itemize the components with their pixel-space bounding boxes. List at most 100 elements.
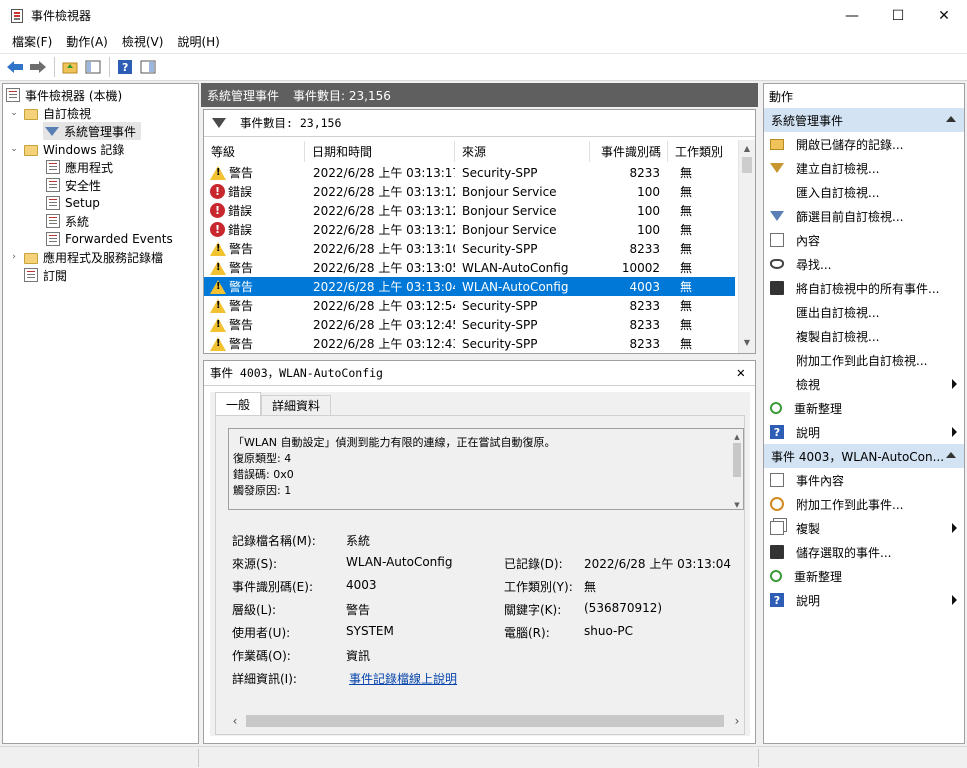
actions-list-event: 事件內容 附加工作到此事件... 複製 儲存選取的事件... 重新整理? 說明	[764, 468, 964, 612]
tree-item-security[interactable]: 安全性	[46, 176, 101, 194]
actions-section-event[interactable]: 事件 4003，WLAN-AutoCon...	[764, 444, 964, 468]
collapse-chevron-icon[interactable]: ⌄	[8, 108, 20, 118]
action-item[interactable]: 事件內容	[764, 468, 964, 492]
cell-level: 警告	[204, 316, 305, 333]
close-button[interactable]: ✕	[921, 0, 967, 31]
tab-general[interactable]: 一般	[215, 392, 262, 416]
close-detail-icon[interactable]: ✕	[737, 365, 745, 381]
table-row[interactable]: 警告 2022/6/28 上午 03:13:04 WLAN-AutoConfig 40…	[204, 277, 735, 296]
tree-item-apps-services-logs[interactable]: › 應用程式及服務記錄檔	[8, 248, 163, 266]
tree-item-custom-views[interactable]: ⌄ 自訂檢視	[8, 104, 91, 122]
table-row[interactable]: 警告 2022/6/28 上午 03:12:43 Security-SPP 8233 無	[204, 334, 735, 353]
tree-item-application[interactable]: 應用程式	[46, 158, 113, 176]
menu-file[interactable]: 檔案(F)	[5, 33, 59, 50]
more-info-link[interactable]: 事件記錄檔線上說明	[349, 670, 457, 687]
center-pane-header: 系統管理事件 事件數目: 23,156	[201, 83, 758, 107]
warning-icon	[210, 317, 226, 332]
scroll-up-icon[interactable]: ▲	[739, 140, 755, 157]
action-item[interactable]: 將自訂檢視中的所有事件...	[764, 276, 964, 300]
forward-arrow-icon	[30, 61, 46, 73]
tree-item-subscriptions[interactable]: 訂閱	[24, 266, 67, 284]
action-item[interactable]: 匯出自訂檢視...	[764, 300, 964, 324]
column-header-level[interactable]: 等級	[204, 141, 305, 162]
action-item[interactable]: ? 說明	[764, 420, 964, 444]
menu-view[interactable]: 檢視(V)	[115, 33, 171, 50]
menu-action[interactable]: 動作(A)	[59, 33, 115, 50]
action-item[interactable]: 複製	[764, 516, 964, 540]
show-hide-action-pane-button[interactable]	[137, 56, 159, 78]
scroll-left-icon[interactable]: ‹	[228, 714, 242, 728]
value-level: 警告	[346, 603, 371, 617]
actions-section-admin-events[interactable]: 系統管理事件	[764, 108, 964, 132]
table-row[interactable]: 警告 2022/6/28 上午 03:13:10 Security-SPP 8233 無	[204, 239, 735, 258]
scroll-right-icon[interactable]: ›	[730, 714, 744, 728]
action-item[interactable]: 篩選目前自訂檢視...	[764, 204, 964, 228]
action-label: 重新整理	[794, 401, 843, 416]
action-item[interactable]: 開啟已儲存的記錄...	[764, 132, 964, 156]
column-header-task[interactable]: 工作類別	[668, 141, 735, 162]
tree-label: 應用程式	[65, 160, 114, 175]
column-header-date[interactable]: 日期和時間	[305, 141, 455, 162]
table-row[interactable]: ! 錯誤 2022/6/28 上午 03:13:12 Bonjour Service 1…	[204, 201, 735, 220]
collapse-triangle-icon[interactable]	[946, 116, 956, 122]
action-item[interactable]: 建立自訂檢視...	[764, 156, 964, 180]
action-item[interactable]: ? 說明	[764, 588, 964, 612]
action-item[interactable]: 儲存選取的事件...	[764, 540, 964, 564]
collapse-chevron-icon[interactable]: ⌄	[8, 144, 20, 154]
tree-item-setup[interactable]: Setup	[46, 194, 100, 212]
action-item[interactable]: 尋找...	[764, 252, 964, 276]
console-tree: 事件檢視器 (本機) ⌄ 自訂檢視 系統管理事件 ⌄ Windows 記錄 應用…	[2, 83, 199, 744]
table-row[interactable]: 警告 2022/6/28 上午 03:12:45 Security-SPP 8233 無	[204, 315, 735, 334]
tree-label: Forwarded Events	[65, 232, 173, 246]
tree-item-windows-logs[interactable]: ⌄ Windows 記錄	[8, 140, 124, 158]
table-row[interactable]: 警告 2022/6/28 上午 03:12:54 Security-SPP 8233 無	[204, 296, 735, 315]
table-row[interactable]: ! 錯誤 2022/6/28 上午 03:13:12 Bonjour Service 1…	[204, 220, 735, 239]
description-line: 觸發原因: 1	[233, 484, 292, 497]
table-row[interactable]: 警告 2022/6/28 上午 03:13:17 Security-SPP 8233 無	[204, 163, 735, 182]
tree-item-forwarded-events[interactable]: Forwarded Events	[46, 230, 173, 248]
action-item[interactable]: 內容	[764, 228, 964, 252]
cell-source: Bonjour Service	[462, 222, 557, 237]
scroll-up-icon[interactable]: ▲	[731, 429, 743, 441]
tree-item-system[interactable]: 系統	[46, 212, 89, 230]
show-hide-tree-button[interactable]	[82, 56, 104, 78]
description-scrollbar[interactable]: ▲ ▼	[731, 429, 743, 509]
tree-item-admin-events[interactable]: 系統管理事件	[43, 122, 141, 140]
table-row[interactable]: ! 錯誤 2022/6/28 上午 03:13:12 Bonjour Service 1…	[204, 182, 735, 201]
action-item[interactable]: 附加工作到此自訂檢視...	[764, 348, 964, 372]
column-header-event-id[interactable]: 事件識別碼	[590, 141, 668, 162]
help-button[interactable]: ?	[114, 56, 136, 78]
cell-date: 2022/6/28 上午 03:13:05	[313, 261, 455, 275]
forward-button[interactable]	[27, 56, 49, 78]
detail-horizontal-scrollbar[interactable]: ‹ ›	[228, 712, 744, 729]
action-item[interactable]: 複製自訂檢視...	[764, 324, 964, 348]
scroll-thumb[interactable]	[733, 443, 741, 477]
tree-item-root[interactable]: 事件檢視器 (本機)	[6, 86, 122, 104]
action-item[interactable]: 匯入自訂檢視...	[764, 180, 964, 204]
action-item[interactable]: 附加工作到此事件...	[764, 492, 964, 516]
action-item[interactable]: 檢視	[764, 372, 964, 396]
expand-chevron-icon[interactable]: ›	[8, 252, 20, 262]
scroll-thumb[interactable]	[246, 714, 724, 727]
column-header-source[interactable]: 來源	[455, 141, 590, 162]
menu-help[interactable]: 說明(H)	[170, 33, 226, 50]
scroll-thumb[interactable]	[742, 157, 752, 173]
back-button[interactable]	[4, 56, 26, 78]
collapse-triangle-icon[interactable]	[946, 452, 956, 458]
maximize-button[interactable]: ☐	[875, 0, 921, 31]
cell-level: 警告	[204, 259, 305, 276]
scroll-down-icon[interactable]: ▼	[731, 497, 743, 509]
status-bar	[0, 746, 967, 768]
minimize-button[interactable]: —	[829, 0, 875, 31]
level-text: 警告	[229, 261, 254, 275]
event-description[interactable]: 「WLAN 自動設定」偵測到能力有限的連線，正在嘗試自動復原。 復原類型: 4 …	[228, 428, 744, 510]
scroll-down-icon[interactable]: ▼	[739, 334, 755, 351]
actions-list-admin-events: 開啟已儲存的記錄... 建立自訂檢視... 匯入自訂檢視... 篩選目前自訂檢視...…	[764, 132, 964, 444]
events-vertical-scrollbar[interactable]: ▲ ▼	[738, 140, 755, 353]
tab-details[interactable]: 詳細資料	[261, 395, 332, 416]
action-item[interactable]: 重新整理	[764, 396, 964, 420]
cell-date: 2022/6/28 上午 03:13:17	[313, 166, 455, 180]
table-row[interactable]: 警告 2022/6/28 上午 03:13:05 WLAN-AutoConfig 10…	[204, 258, 735, 277]
up-folder-button[interactable]	[59, 56, 81, 78]
action-item[interactable]: 重新整理	[764, 564, 964, 588]
